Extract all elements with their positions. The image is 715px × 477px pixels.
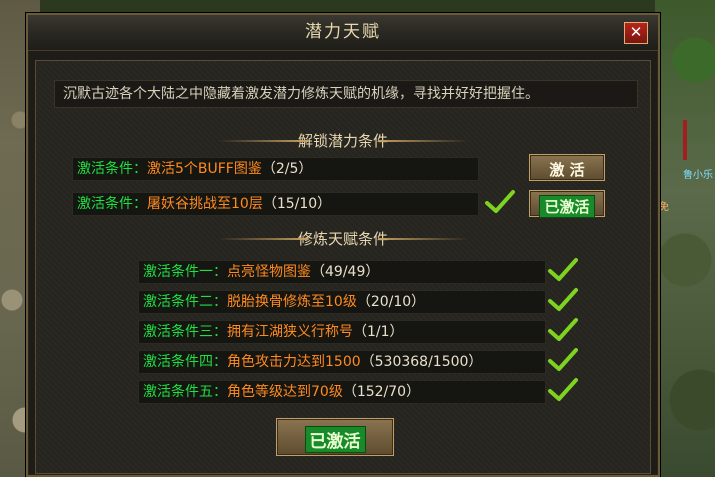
activated-button-label: 已激活 bbox=[539, 195, 595, 218]
condition-label: 激活条件： bbox=[77, 161, 147, 177]
window-title: 潜力天赋 bbox=[305, 22, 381, 42]
condition-progress: （152/70） bbox=[342, 384, 421, 400]
condition-progress: （15/10） bbox=[262, 196, 332, 212]
description-text: 沉默古迹各个大陆之中隐藏着激发潜力修炼天赋的机缘，寻找并好好把握住。 bbox=[54, 80, 638, 108]
scene-right-background bbox=[655, 0, 715, 477]
condition-progress: （49/49） bbox=[311, 264, 380, 280]
check-icon bbox=[548, 258, 578, 281]
header-divider-left bbox=[218, 140, 308, 142]
potential-talent-window: 潜力天赋 ✕ 沉默古迹各个大陆之中隐藏着激发潜力修炼天赋的机缘，寻找并好好把握住… bbox=[26, 13, 660, 477]
check-icon bbox=[548, 348, 578, 371]
unlock-section-header: 解锁潜力条件 bbox=[36, 131, 650, 151]
check-icon bbox=[548, 318, 578, 341]
unlock-section-title: 解锁潜力条件 bbox=[297, 132, 388, 150]
activated-button[interactable]: 已激活 bbox=[529, 190, 605, 218]
talent-condition-row: 激活条件二：脱胎换骨修炼至10级（20/10） bbox=[138, 290, 546, 314]
close-button[interactable]: ✕ bbox=[624, 22, 648, 44]
talent-condition-row: 激活条件三：拥有江湖狭义行称号（1/1） bbox=[138, 320, 546, 344]
talent-condition-row: 激活条件一：点亮怪物图鉴（49/49） bbox=[138, 260, 546, 284]
condition-progress: （530368/1500） bbox=[360, 354, 483, 370]
condition-progress: （20/10） bbox=[356, 294, 426, 310]
condition-label: 激活条件二： bbox=[143, 294, 227, 310]
condition-value: 角色等级达到70级 bbox=[227, 384, 343, 400]
condition-value: 脱胎换骨修炼至10级 bbox=[227, 294, 357, 310]
condition-value: 角色攻击力达到1500 bbox=[227, 354, 361, 370]
condition-value: 屠妖谷挑战至10层 bbox=[147, 196, 263, 212]
activate-button[interactable]: 激 活 bbox=[529, 154, 605, 181]
check-icon bbox=[548, 288, 578, 311]
condition-progress: （1/1） bbox=[353, 324, 404, 340]
train-section-header: 修炼天赋条件 bbox=[36, 229, 650, 249]
talent-condition-row: 激活条件四：角色攻击力达到1500（530368/1500） bbox=[138, 350, 546, 374]
unlock-condition-row: 激活条件：屠妖谷挑战至10层（15/10） bbox=[72, 192, 479, 216]
condition-label: 激活条件三： bbox=[143, 324, 227, 340]
condition-label: 激活条件五： bbox=[143, 384, 227, 400]
window-content: 沉默古迹各个大陆之中隐藏着激发潜力修炼天赋的机缘，寻找并好好把握住。 解锁潜力条… bbox=[35, 60, 651, 474]
talent-activated-button[interactable]: 已激活 bbox=[276, 418, 394, 456]
unlock-condition-row: 激活条件：激活5个BUFF图鉴（2/5） bbox=[72, 157, 479, 181]
header-divider-right bbox=[378, 238, 468, 240]
scene-red-pole bbox=[683, 120, 687, 160]
condition-label: 激活条件四： bbox=[143, 354, 227, 370]
train-section-title: 修炼天赋条件 bbox=[297, 230, 388, 248]
header-divider-left bbox=[218, 238, 308, 240]
condition-progress: （2/5） bbox=[261, 161, 313, 177]
talent-condition-row: 激活条件五：角色等级达到70级（152/70） bbox=[138, 380, 546, 404]
npc-name-label[interactable]: 鲁小乐 bbox=[683, 166, 713, 181]
condition-value: 点亮怪物图鉴 bbox=[227, 264, 311, 280]
condition-label: 激活条件： bbox=[77, 196, 147, 212]
check-icon bbox=[548, 378, 578, 401]
check-icon bbox=[485, 190, 515, 213]
condition-label: 激活条件一： bbox=[143, 264, 227, 280]
condition-value: 拥有江湖狭义行称号 bbox=[227, 324, 353, 340]
npc-name-label-2[interactable]: 免 bbox=[659, 198, 669, 213]
talent-activated-button-label: 已激活 bbox=[304, 426, 366, 453]
activate-button-label: 激 活 bbox=[549, 161, 585, 179]
header-divider-right bbox=[378, 140, 468, 142]
condition-value: 激活5个BUFF图鉴 bbox=[147, 161, 262, 177]
window-titlebar[interactable]: 潜力天赋 ✕ bbox=[28, 15, 658, 51]
